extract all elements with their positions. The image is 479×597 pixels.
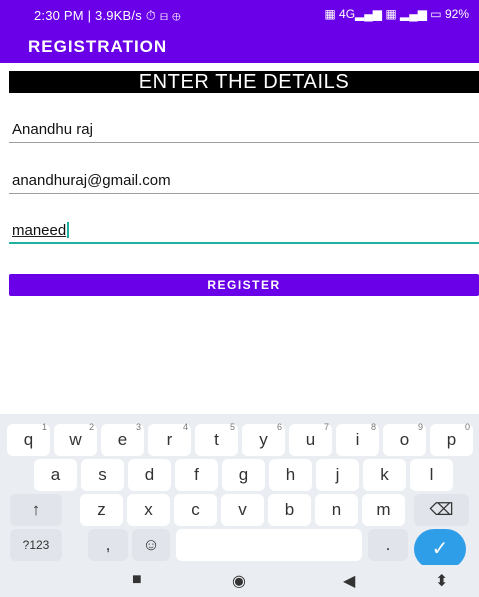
key-l[interactable]: l	[410, 459, 453, 491]
name-underline	[9, 142, 479, 143]
key-e[interactable]: e3	[101, 422, 144, 456]
details-heading: ENTER THE DETAILS	[9, 71, 479, 93]
key-label: u	[305, 430, 316, 449]
home-icon[interactable]: ◉	[232, 571, 246, 591]
key-g[interactable]: g	[222, 459, 265, 491]
recents-icon[interactable]: ■	[132, 571, 142, 589]
key-p[interactable]: p0	[430, 422, 473, 456]
keyboard-row-2: asdfghjkl	[0, 459, 479, 491]
key-j[interactable]: j	[316, 459, 359, 491]
key-label: e	[117, 430, 128, 449]
email-underline	[9, 193, 479, 194]
email-field[interactable]: anandhuraj@gmail.com	[9, 168, 479, 194]
text-cursor	[67, 222, 70, 238]
key-label: r	[166, 430, 173, 449]
app-title: REGISTRATION	[28, 37, 168, 56]
password-value-wrap: maneed	[12, 222, 70, 239]
key-number-hint: 6	[276, 422, 282, 432]
key-s[interactable]: s	[81, 459, 124, 491]
password-field[interactable]: maneed	[9, 218, 479, 244]
space-key[interactable]	[176, 529, 362, 561]
key-label: p	[446, 430, 457, 449]
key-h[interactable]: h	[269, 459, 312, 491]
keyboard-row-3: ↑ ⌫ zxcvbnm	[0, 494, 479, 526]
comma-key[interactable]: ,	[88, 529, 128, 561]
email-value: anandhuraj@gmail.com	[12, 172, 171, 189]
key-number-hint: 0	[464, 422, 470, 432]
key-label: i	[355, 430, 360, 449]
key-a[interactable]: a	[34, 459, 77, 491]
key-n[interactable]: n	[315, 494, 358, 526]
back-icon[interactable]: ◀	[343, 571, 355, 591]
key-v[interactable]: v	[221, 494, 264, 526]
key-number-hint: 8	[370, 422, 376, 432]
password-value: maneed	[12, 222, 67, 239]
key-k[interactable]: k	[363, 459, 406, 491]
key-label: t	[214, 430, 219, 449]
symbols-key[interactable]: ?123	[10, 529, 62, 561]
key-label: w	[69, 430, 82, 449]
key-number-hint: 2	[88, 422, 94, 432]
enter-key[interactable]: ✓	[414, 529, 466, 569]
key-number-hint: 4	[182, 422, 188, 432]
key-w[interactable]: w2	[54, 422, 97, 456]
key-label: y	[259, 430, 268, 449]
register-button[interactable]: REGISTER	[9, 274, 479, 296]
name-value: Anandhu raj	[12, 121, 93, 138]
key-number-hint: 7	[323, 422, 329, 432]
key-f[interactable]: f	[175, 459, 218, 491]
keyboard-row-1: q1w2e3r4t5y6u7i8o9p0	[0, 422, 479, 456]
status-icons: ▦ 4G▂▄▆ ▦ ▂▄▆ ▭ 92%	[324, 7, 469, 21]
password-underline	[9, 242, 479, 244]
key-m[interactable]: m	[362, 494, 405, 526]
rotate-icon[interactable]: ⬍	[435, 571, 448, 591]
key-i[interactable]: i8	[336, 422, 379, 456]
key-x[interactable]: x	[127, 494, 170, 526]
emoji-key[interactable]: ☺	[132, 529, 170, 561]
key-label: q	[23, 430, 34, 449]
key-c[interactable]: c	[174, 494, 217, 526]
backspace-key[interactable]: ⌫	[414, 494, 469, 526]
key-r[interactable]: r4	[148, 422, 191, 456]
app-bar: REGISTRATION	[0, 31, 479, 63]
key-y[interactable]: y6	[242, 422, 285, 456]
name-field[interactable]: Anandhu raj	[9, 117, 479, 143]
key-number-hint: 1	[41, 422, 47, 432]
key-number-hint: 9	[417, 422, 423, 432]
status-time: 2:30 PM | 3.9KB/s ⏱ ⊟ ⊕	[34, 8, 181, 23]
key-d[interactable]: d	[128, 459, 171, 491]
key-number-hint: 5	[229, 422, 235, 432]
key-u[interactable]: u7	[289, 422, 332, 456]
keyboard-row-4: ?123 , ☺ .	[0, 529, 479, 561]
period-key[interactable]: .	[368, 529, 408, 561]
shift-key[interactable]: ↑	[10, 494, 62, 526]
key-t[interactable]: t5	[195, 422, 238, 456]
key-b[interactable]: b	[268, 494, 311, 526]
key-number-hint: 3	[135, 422, 141, 432]
navigation-bar: ■ ◉ ◀ ⬍	[0, 565, 479, 597]
key-label: o	[399, 430, 410, 449]
key-o[interactable]: o9	[383, 422, 426, 456]
key-z[interactable]: z	[80, 494, 123, 526]
key-q[interactable]: q1	[7, 422, 50, 456]
status-bar: 2:30 PM | 3.9KB/s ⏱ ⊟ ⊕ ▦ 4G▂▄▆ ▦ ▂▄▆ ▭ …	[0, 0, 479, 31]
